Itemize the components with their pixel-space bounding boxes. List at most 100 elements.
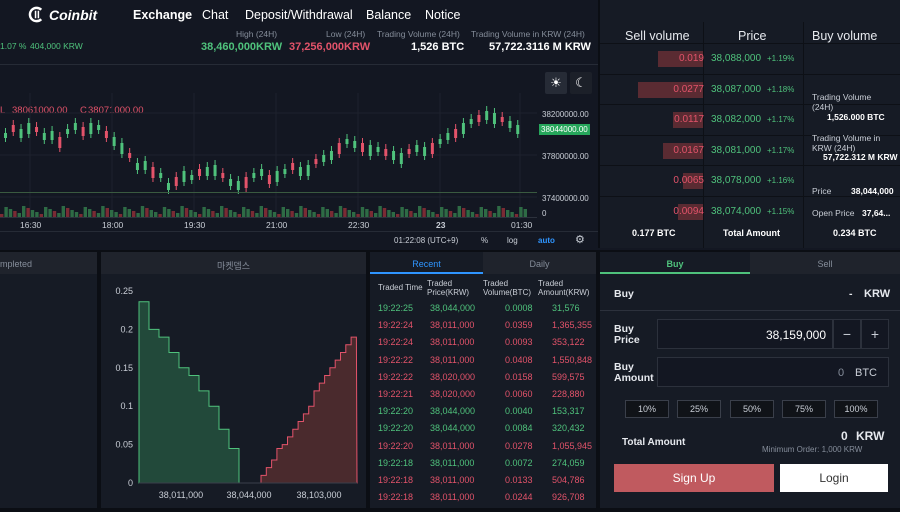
pct-50-button[interactable]: 50% xyxy=(730,400,774,418)
trade-row[interactable]: 19:22:20 38,011,000 0.0278 1,055,945 xyxy=(370,438,596,455)
trade-price: 38,044,000 xyxy=(430,406,476,417)
ask-area xyxy=(260,336,358,484)
percent-toggle[interactable]: % xyxy=(481,236,488,245)
sell-volume: 0.0117 xyxy=(674,114,704,125)
depth-x-tick: 38,044,000 xyxy=(226,490,271,500)
volume-bar xyxy=(228,210,233,217)
bottom-area: mpleted 마켓뎁스 0.25 0.2 0.15 0.1 0.05 0 38,011,0… xyxy=(0,250,900,512)
candle-body xyxy=(438,139,442,144)
nav-chat[interactable]: Chat xyxy=(202,8,228,22)
signup-button[interactable]: Sign Up xyxy=(614,464,774,492)
trade-vol: 0.0408 xyxy=(505,354,533,365)
candle-body xyxy=(205,167,209,176)
volume-value: 1,526 BTC xyxy=(411,41,465,53)
volume-bar xyxy=(242,207,246,217)
price-change-pct: +1.19% xyxy=(767,54,795,63)
volume-bar xyxy=(268,210,272,217)
log-toggle[interactable]: log xyxy=(507,236,518,245)
nav-balance[interactable]: Balance xyxy=(366,8,411,22)
nav-deposit-withdrawal[interactable]: Deposit/Withdrawal xyxy=(245,8,353,22)
total-amount-unit: KRW xyxy=(856,429,885,443)
change-pct: 1.07 % xyxy=(0,41,27,51)
price-change-pct: +1.17% xyxy=(767,145,795,155)
candle-body xyxy=(229,179,233,186)
trade-row[interactable]: 19:22:18 38,011,000 0.0133 504,786 xyxy=(370,472,596,489)
light-theme-icon[interactable]: ☀ xyxy=(545,72,567,94)
candle-body xyxy=(461,123,465,134)
volume-bar xyxy=(422,208,426,217)
depth-y-tick: 0.25 xyxy=(115,286,133,296)
decrease-price-button[interactable]: − xyxy=(833,319,861,349)
volume-bar xyxy=(220,206,224,217)
side-volume-value: 1,526.000 BTC xyxy=(827,112,885,122)
trade-amt: 274,059 xyxy=(552,457,585,468)
price-chart[interactable]: ☀ ☾ L 38061000.00 C 38071000.00 38200000… xyxy=(0,64,598,249)
trade-vol: 0.0040 xyxy=(505,406,533,417)
trade-price: 38,011,000 xyxy=(430,320,475,331)
tab-daily[interactable]: Daily xyxy=(483,252,596,274)
candle-body xyxy=(329,151,333,160)
orderbook-row[interactable]: 0.019 38,088,000 +1.19% xyxy=(600,43,900,74)
nav-notice[interactable]: Notice xyxy=(425,8,460,22)
candle-body xyxy=(42,133,46,140)
nav-exchange[interactable]: Exchange xyxy=(133,8,192,22)
increase-price-button[interactable]: + xyxy=(861,319,889,349)
buy-amount-input[interactable]: 0 BTC xyxy=(657,357,889,387)
logo[interactable]: Coinbit xyxy=(27,5,97,24)
candlestick-plot[interactable] xyxy=(0,93,537,219)
high-label: High (24H) xyxy=(236,29,278,39)
orderbook-row[interactable]: 0.0094 38,074,000 +1.15% xyxy=(600,195,900,227)
trade-row[interactable]: 19:22:25 38,044,000 0.0008 31,576 xyxy=(370,300,596,317)
settings-gear-icon[interactable]: ⚙ xyxy=(575,233,585,246)
trade-row[interactable]: 19:22:22 38,020,000 0.0158 599,575 xyxy=(370,369,596,386)
candle-body xyxy=(376,147,380,152)
buy-total: 0.234 BTC xyxy=(833,228,877,238)
trade-row[interactable]: 19:22:21 38,020,000 0.0060 228,880 xyxy=(370,386,596,403)
pct-75-button[interactable]: 75% xyxy=(782,400,826,418)
trade-row[interactable]: 19:22:20 38,044,000 0.0084 320,432 xyxy=(370,420,596,437)
buy-price-input[interactable]: 38,159,000 xyxy=(657,319,833,349)
depth-chart[interactable]: 0.25 0.2 0.15 0.1 0.05 0 38,011,000 38,044,000 3… xyxy=(101,274,366,508)
candle-body xyxy=(198,169,202,176)
tab-sell[interactable]: Sell xyxy=(750,252,900,274)
trade-row[interactable]: 19:22:18 38,011,000 0.0244 926,708 xyxy=(370,489,596,506)
side-volume-label: Trading Volume (24H) xyxy=(812,92,872,112)
candle-body xyxy=(58,137,62,148)
trade-vol: 0.0072 xyxy=(505,457,533,468)
login-button[interactable]: Login xyxy=(780,464,888,492)
trade-price: 38,011,000 xyxy=(430,492,475,503)
y-tick: 37800000.00 xyxy=(542,152,589,161)
candle-body xyxy=(500,117,504,122)
volume-bar xyxy=(264,208,268,217)
trade-vol: 0.0084 xyxy=(505,423,533,434)
orderbook: Sell volume Price Buy volume 0.019 38,088… xyxy=(598,0,900,248)
trade-row[interactable]: 19:22:24 38,011,000 0.0093 353,122 xyxy=(370,334,596,351)
x-tick: 22:30 xyxy=(348,220,370,230)
sell-volume: 0.0065 xyxy=(673,175,704,186)
volume-bar xyxy=(167,209,171,217)
candle-body xyxy=(236,181,240,190)
pct-10-button[interactable]: 10% xyxy=(625,400,669,418)
trade-row[interactable]: 19:22:24 38,011,000 0.0359 1,365,355 xyxy=(370,317,596,334)
tab-recent[interactable]: Recent xyxy=(370,252,483,274)
volume-bar xyxy=(360,207,365,217)
trade-amt: 504,786 xyxy=(552,475,585,485)
current-price-tag: 38044000.00 xyxy=(539,124,590,135)
depth-y-tick: 0.1 xyxy=(120,401,133,411)
pct-25-button[interactable]: 25% xyxy=(677,400,721,418)
trade-row[interactable]: 19:22:22 38,011,000 0.0408 1,550,848 xyxy=(370,352,596,369)
volume-bar xyxy=(105,208,109,217)
auto-toggle[interactable]: auto xyxy=(538,236,555,245)
order-form: Buy Sell Buy - KRW Buy Price 38,159,000 … xyxy=(600,252,900,508)
volume-bar xyxy=(145,208,149,217)
price-change-pct: +1.17% xyxy=(767,115,795,124)
pct-100-button[interactable]: 100% xyxy=(834,400,878,418)
col-traded-time: Traded Time xyxy=(378,283,423,292)
tab-buy[interactable]: Buy xyxy=(600,252,750,274)
trade-row[interactable]: 19:22:20 38,044,000 0.0040 153,317 xyxy=(370,403,596,420)
tab-completed[interactable]: mpleted xyxy=(0,259,32,269)
volume-bar xyxy=(246,209,250,217)
trade-row[interactable]: 19:22:18 38,011,000 0.0072 274,059 xyxy=(370,455,596,472)
dark-theme-icon[interactable]: ☾ xyxy=(570,72,592,94)
candle-body xyxy=(66,129,70,134)
